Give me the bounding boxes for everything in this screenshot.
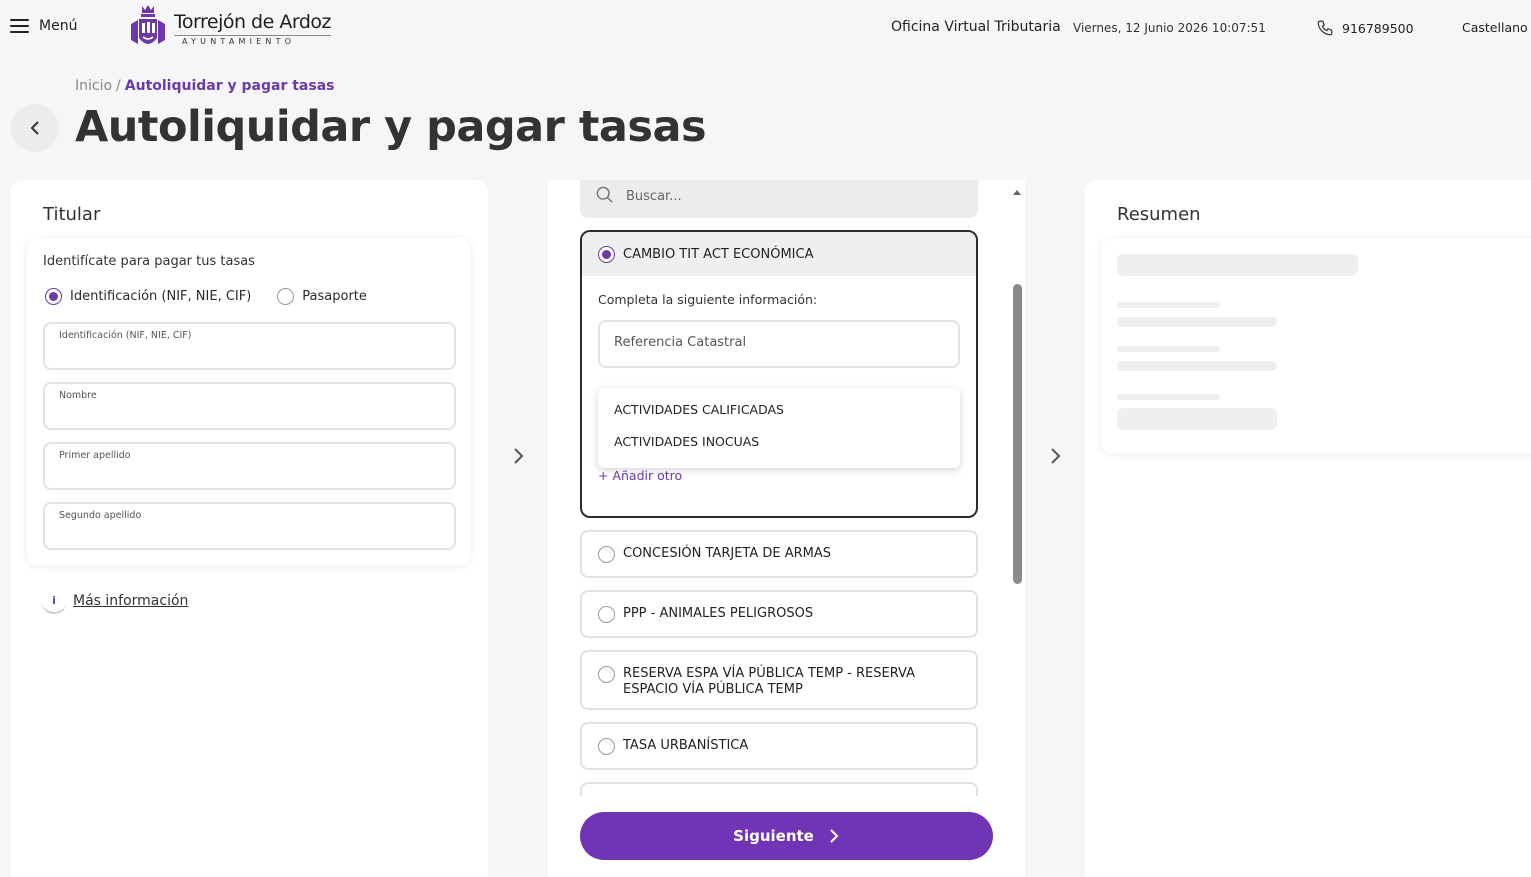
tax-search[interactable] (580, 180, 978, 218)
first-surname-input[interactable] (59, 464, 439, 486)
first-surname-field[interactable]: Primer apellido (43, 442, 456, 490)
city-logo[interactable]: Torrejón de Ardoz AYUNTAMIENTO (128, 4, 331, 52)
tax-list-scrollbar[interactable] (1013, 190, 1023, 790)
breadcrumb-separator: / (116, 78, 121, 94)
office-title: Oficina Virtual Tributaria (891, 19, 1061, 35)
summary-heading: Resumen (1117, 204, 1201, 225)
menu-label: Menú (39, 18, 78, 34)
current-datetime: Viernes, 12 Junio 2026 10:07:51 (1073, 21, 1266, 35)
radio-unselected-icon (598, 738, 615, 755)
loading-skeleton (1117, 302, 1220, 308)
chevron-right-icon (1051, 448, 1061, 464)
id-type-radio-group: Identificación (NIF, NIE, CIF) Pasaporte (45, 288, 367, 305)
second-surname-input[interactable] (59, 524, 439, 546)
summary-panel: Resumen (1085, 180, 1531, 877)
tax-selection-panel: CAMBIO TIT ACT ECONÓMICA Completa la sig… (548, 180, 1025, 877)
id-type-nif-option[interactable]: Identificación (NIF, NIE, CIF) (45, 288, 251, 305)
scroll-thumb[interactable] (1013, 284, 1022, 584)
more-info-label: Más información (73, 593, 189, 609)
tax-option[interactable]: RESERVA ESPA VÍA PÚBLICA TEMP - RESERVA … (580, 650, 978, 710)
top-bar: Menú Torrejón de Ardoz AYUNTAMIENTO Ofic… (0, 0, 1531, 56)
radio-selected-icon (598, 245, 615, 263)
chevron-left-icon (30, 121, 39, 135)
radio-unselected-icon (277, 288, 295, 305)
identification-prompt: Identifícate para pagar tus tasas (43, 254, 255, 269)
phone-number: 916789500 (1342, 20, 1414, 36)
name-field[interactable]: Nombre (43, 382, 456, 430)
cadastral-reference-field[interactable] (598, 320, 960, 368)
cadastral-reference-input[interactable] (614, 335, 934, 350)
identification-field-label: Identificación (NIF, NIE, CIF) (59, 330, 192, 341)
hamburger-icon (10, 19, 29, 33)
activity-dropdown-menu: ACTIVIDADES CALIFICADAS ACTIVIDADES INOC… (598, 388, 960, 468)
titular-panel: Titular Identifícate para pagar tus tasa… (11, 180, 488, 877)
scroll-up-arrow-icon[interactable] (1013, 190, 1021, 195)
identification-input[interactable] (59, 344, 439, 366)
breadcrumb-current: Autoliquidar y pagar tasas (124, 78, 335, 94)
tax-option-selected[interactable]: CAMBIO TIT ACT ECONÓMICA Completa la sig… (580, 230, 978, 518)
id-type-nif-label: Identificación (NIF, NIE, CIF) (70, 289, 252, 304)
logo-subtitle: AYUNTAMIENTO (174, 34, 331, 46)
tax-option[interactable]: TASA URBANÍSTICA (580, 722, 978, 770)
loading-skeleton (1117, 317, 1277, 327)
identification-field[interactable]: Identificación (NIF, NIE, CIF) (43, 322, 456, 370)
tax-option[interactable]: CONCESIÓN TARJETA DE ARMAS (580, 530, 978, 578)
breadcrumb-home[interactable]: Inicio (75, 78, 112, 94)
tax-option-label: RESERVA ESPA VÍA PÚBLICA TEMP - RESERVA … (623, 666, 915, 697)
name-field-label: Nombre (59, 390, 97, 401)
id-type-passport-option[interactable]: Pasaporte (277, 288, 367, 305)
language-selector[interactable]: Castellano (1462, 20, 1528, 35)
info-icon: i (41, 588, 67, 614)
next-button-label: Siguiente (733, 827, 814, 845)
tax-option-label: TASA URBANÍSTICA (623, 738, 749, 753)
first-surname-field-label: Primer apellido (59, 450, 131, 461)
dropdown-option-calificadas[interactable]: ACTIVIDADES CALIFICADAS (598, 402, 960, 434)
search-input[interactable] (626, 186, 956, 206)
tax-option[interactable]: PPP - ANIMALES PELIGROSOS (580, 590, 978, 638)
loading-skeleton (1117, 361, 1277, 371)
id-type-passport-label: Pasaporte (302, 289, 367, 304)
loading-skeleton (1117, 254, 1358, 276)
more-info-link[interactable]: i Más información (41, 588, 188, 614)
breadcrumb: Inicio / Autoliquidar y pagar tasas (75, 78, 334, 94)
tax-instructions: Completa la siguiente información: (598, 292, 818, 307)
loading-skeleton (1117, 346, 1220, 352)
menu-button[interactable]: Menú (10, 18, 77, 34)
loading-skeleton (1117, 408, 1277, 430)
logo-name: Torrejón de Ardoz (174, 10, 331, 33)
summary-card (1101, 238, 1531, 454)
second-surname-field-label: Segundo apellido (59, 510, 142, 521)
chevron-right-icon (514, 448, 524, 464)
next-button-bar: Siguiente (548, 796, 1025, 877)
search-icon (596, 186, 613, 203)
add-other-link[interactable]: + Añadir otro (598, 468, 682, 483)
radio-unselected-icon (598, 606, 615, 623)
tax-option-header[interactable]: CAMBIO TIT ACT ECONÓMICA (582, 232, 976, 276)
page-title: Autoliquidar y pagar tasas (75, 102, 707, 152)
chevron-right-icon (830, 829, 839, 843)
phone-icon (1317, 20, 1333, 36)
second-surname-field[interactable]: Segundo apellido (43, 502, 456, 550)
tax-option-label: CAMBIO TIT ACT ECONÓMICA (623, 246, 814, 262)
tax-option-label: CONCESIÓN TARJETA DE ARMAS (623, 546, 832, 561)
next-button[interactable]: Siguiente (580, 812, 993, 860)
back-button[interactable] (11, 104, 59, 152)
radio-unselected-icon (598, 546, 615, 563)
phone-link[interactable]: 916789500 (1316, 19, 1414, 37)
coat-of-arms-icon (131, 5, 165, 44)
name-input[interactable] (59, 404, 439, 426)
tax-option-label: PPP - ANIMALES PELIGROSOS (623, 606, 814, 621)
titular-heading: Titular (43, 204, 101, 225)
radio-unselected-icon (598, 666, 615, 683)
radio-selected-icon (45, 288, 62, 305)
identification-card: Identifícate para pagar tus tasas Identi… (27, 238, 471, 566)
dropdown-option-inocuas[interactable]: ACTIVIDADES INOCUAS (598, 434, 960, 466)
loading-skeleton (1117, 394, 1220, 400)
